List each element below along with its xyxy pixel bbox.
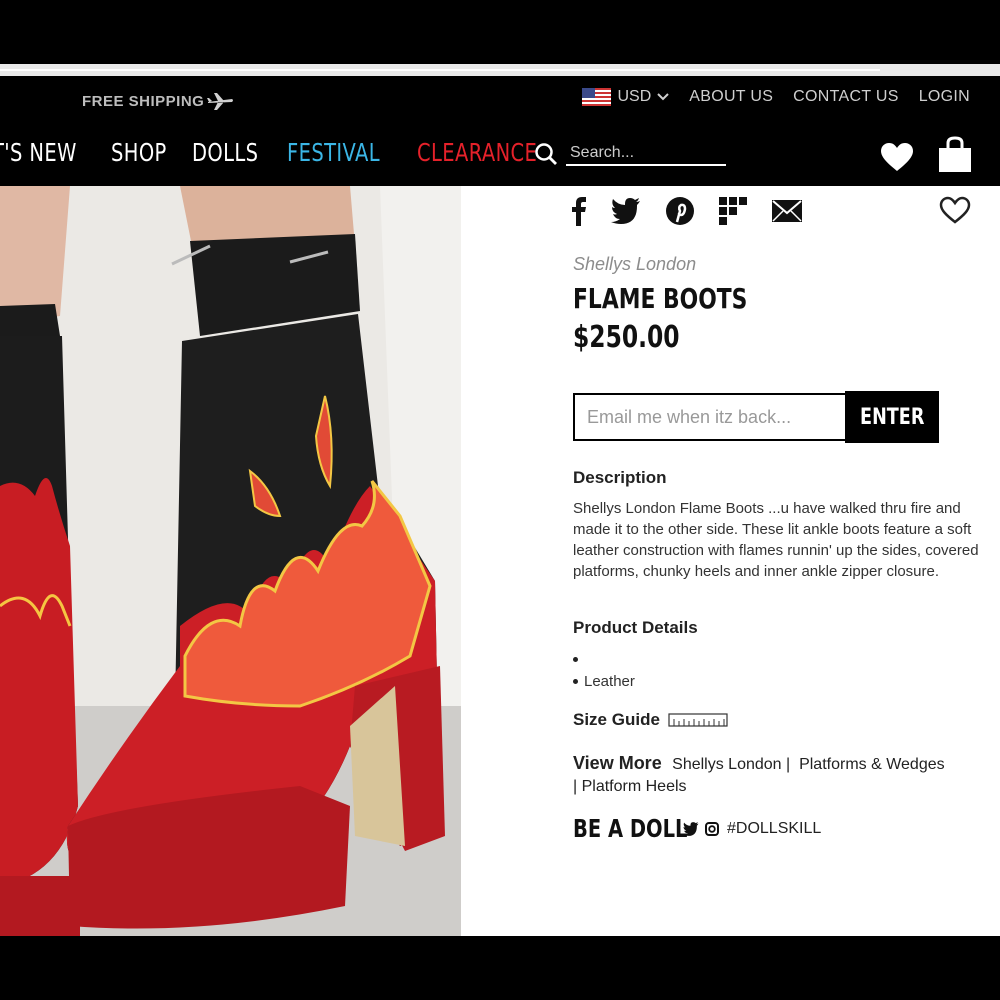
list-item: Leather <box>573 670 635 692</box>
nav-festival[interactable]: FESTIVAL <box>287 138 380 167</box>
hashtag-link[interactable]: #DOLLSKILL <box>727 820 821 838</box>
view-more-label: View More <box>573 753 662 773</box>
header-top: FREE SHIPPING USD ABOUT US CONTACT US LO… <box>0 76 1000 120</box>
notify-email-input[interactable] <box>573 393 845 441</box>
description-heading: Description <box>573 468 667 487</box>
product-details-list: Leather <box>573 648 635 692</box>
grid-icon[interactable] <box>719 197 747 225</box>
free-shipping-label: FREE SHIPPING <box>82 92 205 110</box>
nav-shop[interactable]: SHOP <box>111 138 167 167</box>
size-guide-link[interactable]: Size Guide <box>573 710 728 730</box>
email-icon[interactable] <box>771 199 803 223</box>
share-row <box>571 196 803 226</box>
view-more-link-brand[interactable]: Shellys London <box>672 756 781 773</box>
chevron-down-icon <box>657 93 669 101</box>
view-more: View More Shellys London | Platforms & W… <box>573 753 945 795</box>
free-shipping-banner[interactable]: FREE SHIPPING <box>82 90 234 112</box>
view-more-link-platforms[interactable]: Platforms & Wedges <box>799 756 945 773</box>
product-details-heading: Product Details <box>573 618 698 637</box>
instagram-icon[interactable] <box>705 821 719 836</box>
pinterest-icon[interactable] <box>665 196 695 226</box>
product-title: FLAME BOOTS <box>573 282 748 315</box>
product-price: $250.00 <box>573 320 680 355</box>
login-link[interactable]: LOGIN <box>919 88 970 106</box>
flame-boots-photo <box>0 186 461 936</box>
browser-strip <box>0 64 1000 76</box>
list-item <box>573 648 635 670</box>
top-links: USD ABOUT US CONTACT US LOGIN <box>582 88 970 106</box>
search-box <box>534 142 726 166</box>
view-more-link-heels[interactable]: Platform Heels <box>582 778 687 795</box>
currency-selector[interactable]: USD <box>582 88 669 106</box>
nav-dolls[interactable]: DOLLS <box>192 138 258 167</box>
nav-clearance[interactable]: CLEARANCE <box>417 138 537 167</box>
airplane-icon <box>207 93 234 110</box>
notify-form: ENTER <box>573 391 939 443</box>
top-black-bar <box>0 0 1000 64</box>
search-input[interactable] <box>566 142 726 166</box>
bottom-black-bar <box>0 936 1000 1000</box>
about-us-link[interactable]: ABOUT US <box>689 88 773 106</box>
shopping-bag-icon[interactable] <box>937 136 973 174</box>
size-guide-label: Size Guide <box>573 710 660 729</box>
wishlist-heart-icon[interactable] <box>879 141 915 173</box>
us-flag-icon <box>582 88 612 106</box>
product-brand[interactable]: Shellys London <box>573 254 696 275</box>
enter-button[interactable]: ENTER <box>845 391 939 443</box>
currency-label: USD <box>617 88 652 105</box>
main-nav: T'S NEW SHOP DOLLS FESTIVAL CLEARANCE <box>0 120 1000 186</box>
facebook-icon[interactable] <box>571 196 587 226</box>
enter-button-label: ENTER <box>859 404 925 430</box>
product-info-panel: Shellys London FLAME BOOTS $250.00 ENTER… <box>461 186 1000 936</box>
be-a-doll-slogan: BE A DOLL <box>573 814 688 843</box>
product-image[interactable] <box>0 186 461 936</box>
be-a-doll-row: BE A DOLL #DOLLSKILL <box>573 814 821 843</box>
twitter-icon[interactable] <box>611 198 641 224</box>
nav-whats-new[interactable]: T'S NEW <box>0 138 77 167</box>
description-text: Shellys London Flame Boots ...u have wal… <box>573 500 979 580</box>
contact-us-link[interactable]: CONTACT US <box>793 88 899 106</box>
search-icon[interactable] <box>534 142 558 166</box>
add-to-wishlist-icon[interactable] <box>939 196 971 224</box>
ruler-icon <box>668 713 728 727</box>
